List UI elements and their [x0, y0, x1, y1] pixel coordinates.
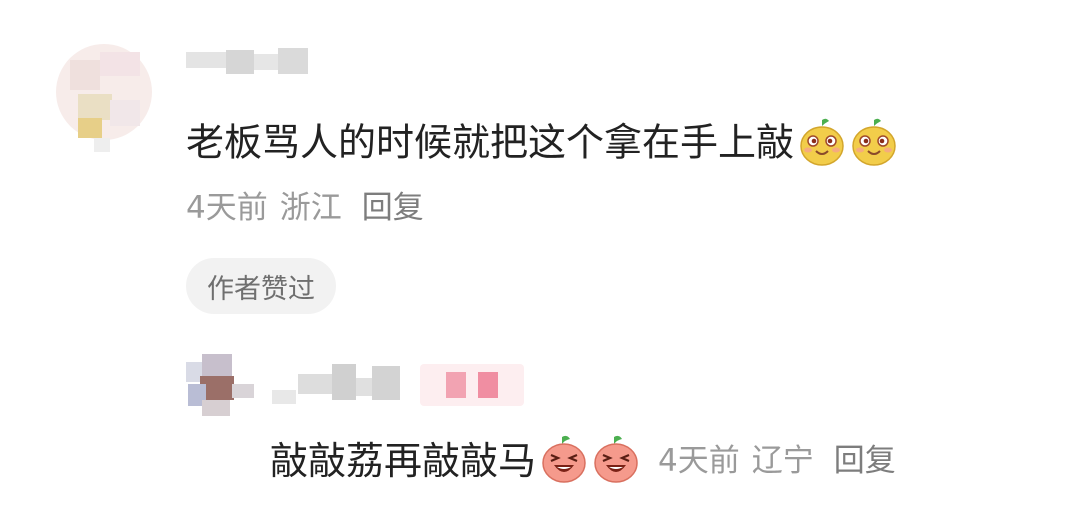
comment-text: 老板骂人的时候就把这个拿在手上敲 [186, 120, 795, 165]
reply-username[interactable] [264, 356, 404, 412]
laughing-fruit-emoji-icon [798, 117, 846, 173]
reply-user-tag [420, 360, 524, 410]
comment-reply-button[interactable]: 回复 [362, 193, 424, 224]
laughing-fruit-emoji-icon [850, 117, 898, 173]
reply-avatar[interactable] [186, 354, 256, 418]
comment-time: 4天前 [186, 190, 268, 226]
comment-text-line: 老板骂人的时候就把这个拿在手上敲 [186, 117, 898, 173]
reply-line: 敲敲荔再敲敲马 4天前 辽宁 回复 [270, 434, 896, 488]
author-liked-badge: 作者赞过 [186, 258, 336, 314]
reply-text: 敲敲荔再敲敲马 [270, 439, 537, 483]
grinning-lychee-emoji-icon [592, 434, 640, 488]
avatar[interactable] [48, 38, 158, 156]
grinning-lychee-emoji-icon [540, 434, 588, 488]
comment-meta: 4天前 浙江 回复 [186, 193, 424, 224]
reply-location: 辽宁 [751, 442, 814, 479]
reply-time: 4天前 [658, 442, 740, 479]
username[interactable] [186, 44, 310, 78]
reply-reply-button[interactable]: 回复 [834, 445, 896, 477]
comment-location: 浙江 [279, 190, 342, 226]
